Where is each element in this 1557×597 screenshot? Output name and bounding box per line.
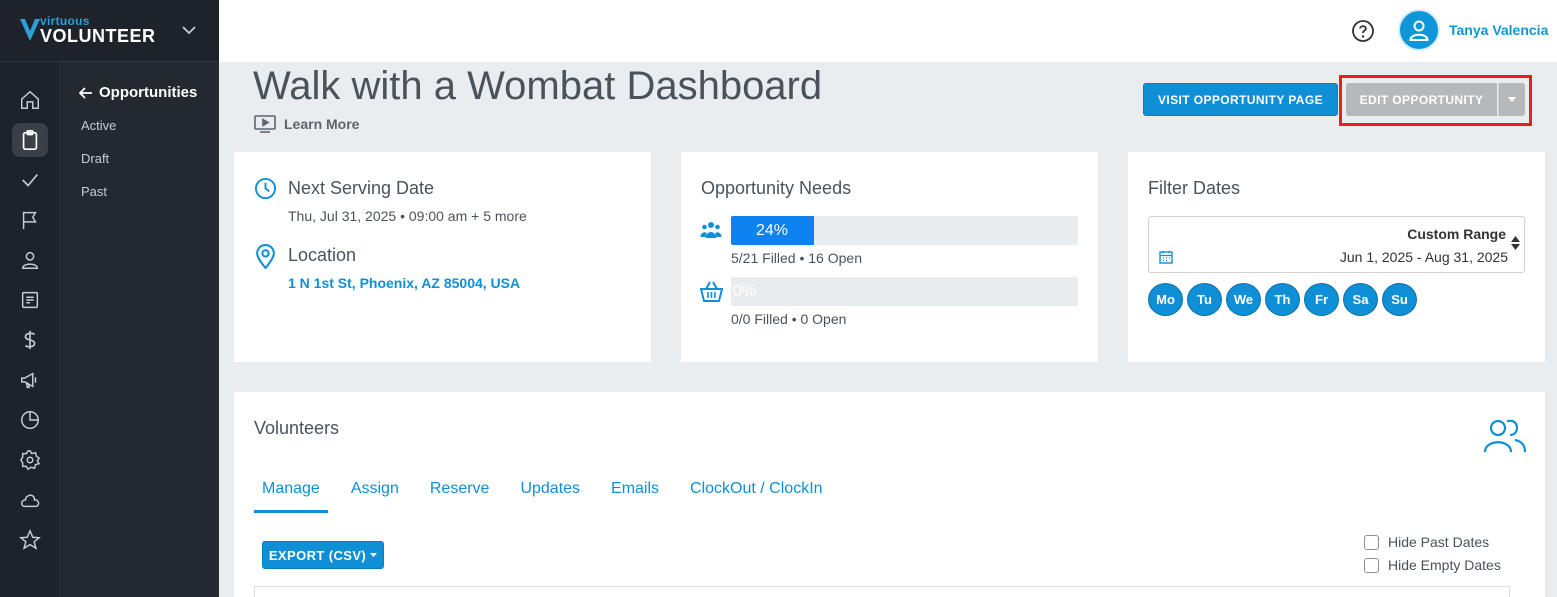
cloud-icon <box>20 494 39 508</box>
day-su[interactable]: Su <box>1382 283 1417 316</box>
hide-empty-dates-label: Hide Empty Dates <box>1388 557 1501 573</box>
location-title: Location <box>288 245 357 265</box>
tab-clockout-clockin[interactable]: ClockOut / ClockIn <box>682 470 830 513</box>
export-label: EXPORT (CSV) <box>268 547 367 563</box>
day-we[interactable]: We <box>1226 283 1261 316</box>
nav-home[interactable] <box>0 80 59 120</box>
user-name[interactable]: Tanya Valencia <box>1449 22 1548 38</box>
nav-forms[interactable] <box>0 280 59 320</box>
rail-nav <box>0 80 59 560</box>
users-icon <box>1483 419 1527 453</box>
supplies-caption: 0/0 Filled • 0 Open <box>731 311 847 327</box>
clipboard-icon <box>22 130 37 150</box>
supplies-progress-label: 0% <box>733 282 757 300</box>
home-icon <box>20 90 39 109</box>
hide-empty-dates-checkbox[interactable]: Hide Empty Dates <box>1364 557 1501 573</box>
brand-bar: virtuous VOLUNTEER <box>0 0 219 62</box>
nav-announcements[interactable] <box>0 360 59 400</box>
range-dates: Jun 1, 2025 - Aug 31, 2025 <box>1339 249 1508 265</box>
day-fr[interactable]: Fr <box>1304 283 1339 316</box>
needs-title: Opportunity Needs <box>701 178 852 198</box>
brand-logo-icon <box>20 19 40 41</box>
person-icon <box>21 251 38 269</box>
top-header: Tanya Valencia <box>219 0 1557 62</box>
location-link[interactable]: 1 N 1st St, Phoenix, AZ 85004, USA <box>288 275 520 291</box>
star-icon <box>18 529 41 550</box>
location-pin-icon <box>256 244 275 269</box>
needs-progress-bar: 24% <box>731 216 1078 245</box>
tab-updates[interactable]: Updates <box>512 470 588 513</box>
nav-people[interactable] <box>0 240 59 280</box>
day-sa[interactable]: Sa <box>1343 283 1378 316</box>
date-range-select[interactable]: Custom Range Jun 1, 2025 - Aug 31, 2025 <box>1148 216 1525 273</box>
tab-emails[interactable]: Emails <box>603 470 667 513</box>
volunteers-table <box>254 586 1510 597</box>
tab-assign[interactable]: Assign <box>343 470 407 513</box>
nav-donations[interactable] <box>0 320 59 360</box>
learn-more-link[interactable]: Learn More <box>254 115 359 133</box>
day-mo[interactable]: Mo <box>1148 283 1183 316</box>
edit-opportunity-button[interactable]: EDIT OPPORTUNITY <box>1346 83 1497 116</box>
checkbox-box[interactable] <box>1364 534 1379 550</box>
tab-reserve[interactable]: Reserve <box>422 470 498 513</box>
hide-past-dates-checkbox[interactable]: Hide Past Dates <box>1364 534 1489 550</box>
pie-chart-icon <box>20 411 39 429</box>
clock-icon <box>254 177 277 200</box>
visit-opportunity-button[interactable]: VISIT OPPORTUNITY PAGE <box>1143 83 1338 116</box>
gear-icon <box>19 450 40 471</box>
user-icon <box>1409 20 1429 41</box>
megaphone-icon <box>20 372 36 389</box>
avatar[interactable] <box>1398 9 1440 51</box>
filter-title: Filter Dates <box>1148 178 1241 198</box>
help-icon[interactable] <box>1351 19 1375 43</box>
brand-name: VOLUNTEER <box>40 26 156 46</box>
needs-progress-label: 24% <box>755 221 789 239</box>
hide-past-dates-label: Hide Past Dates <box>1388 534 1490 550</box>
range-label: Custom Range <box>1407 226 1506 242</box>
volunteers-title: Volunteers <box>254 418 340 438</box>
supplies-progress-bar: 0% <box>731 277 1078 306</box>
volunteer-tabs: Manage Assign Reserve Updates Emails Clo… <box>254 470 846 513</box>
basket-icon <box>700 281 723 302</box>
page-title: Walk with a Wombat Dashboard <box>253 64 823 108</box>
next-serving-title: Next Serving Date <box>288 178 435 198</box>
tab-manage[interactable]: Manage <box>254 470 328 513</box>
needs-caption: 5/21 Filled • 16 Open <box>731 250 862 266</box>
document-icon <box>21 291 38 309</box>
next-serving-date: Thu, Jul 31, 2025 • 09:00 am + 5 more <box>288 208 527 224</box>
subnav-item-draft[interactable]: Draft <box>81 151 109 166</box>
nav-reports[interactable] <box>0 400 59 440</box>
nav-settings[interactable] <box>0 440 59 480</box>
day-tu[interactable]: Tu <box>1187 283 1222 316</box>
day-th[interactable]: Th <box>1265 283 1300 316</box>
nav-favorites[interactable] <box>0 520 59 560</box>
arrow-left-icon <box>79 86 92 99</box>
subnav-item-active[interactable]: Active <box>81 118 116 133</box>
video-icon <box>254 115 276 133</box>
subnav-item-past[interactable]: Past <box>81 184 107 199</box>
nav-opportunities[interactable] <box>0 120 59 160</box>
caret-down-icon <box>370 553 378 557</box>
chevron-down-icon[interactable] <box>181 22 197 38</box>
nav-integrations[interactable] <box>0 480 59 520</box>
flag-icon <box>22 211 37 230</box>
check-icon <box>21 173 38 187</box>
nav-approvals[interactable] <box>0 160 59 200</box>
dollar-icon <box>24 330 35 350</box>
caret-down-icon <box>1508 97 1516 102</box>
back-to-opportunities[interactable]: Opportunities <box>79 84 197 101</box>
edit-options-dropdown[interactable] <box>1498 83 1525 116</box>
back-label: Opportunities <box>99 84 198 101</box>
checkbox-box[interactable] <box>1364 557 1379 573</box>
nav-flags[interactable] <box>0 200 59 240</box>
learn-more-label: Learn More <box>284 116 360 132</box>
calendar-icon <box>1159 251 1173 264</box>
people-icon <box>700 222 722 238</box>
sort-arrows-icon <box>1511 236 1520 250</box>
weekday-filters: Mo Tu We Th Fr Sa Su <box>1148 283 1417 316</box>
export-csv-button[interactable]: EXPORT (CSV) <box>262 541 384 569</box>
sub-navigation: Opportunities Active Draft Past <box>59 62 219 597</box>
